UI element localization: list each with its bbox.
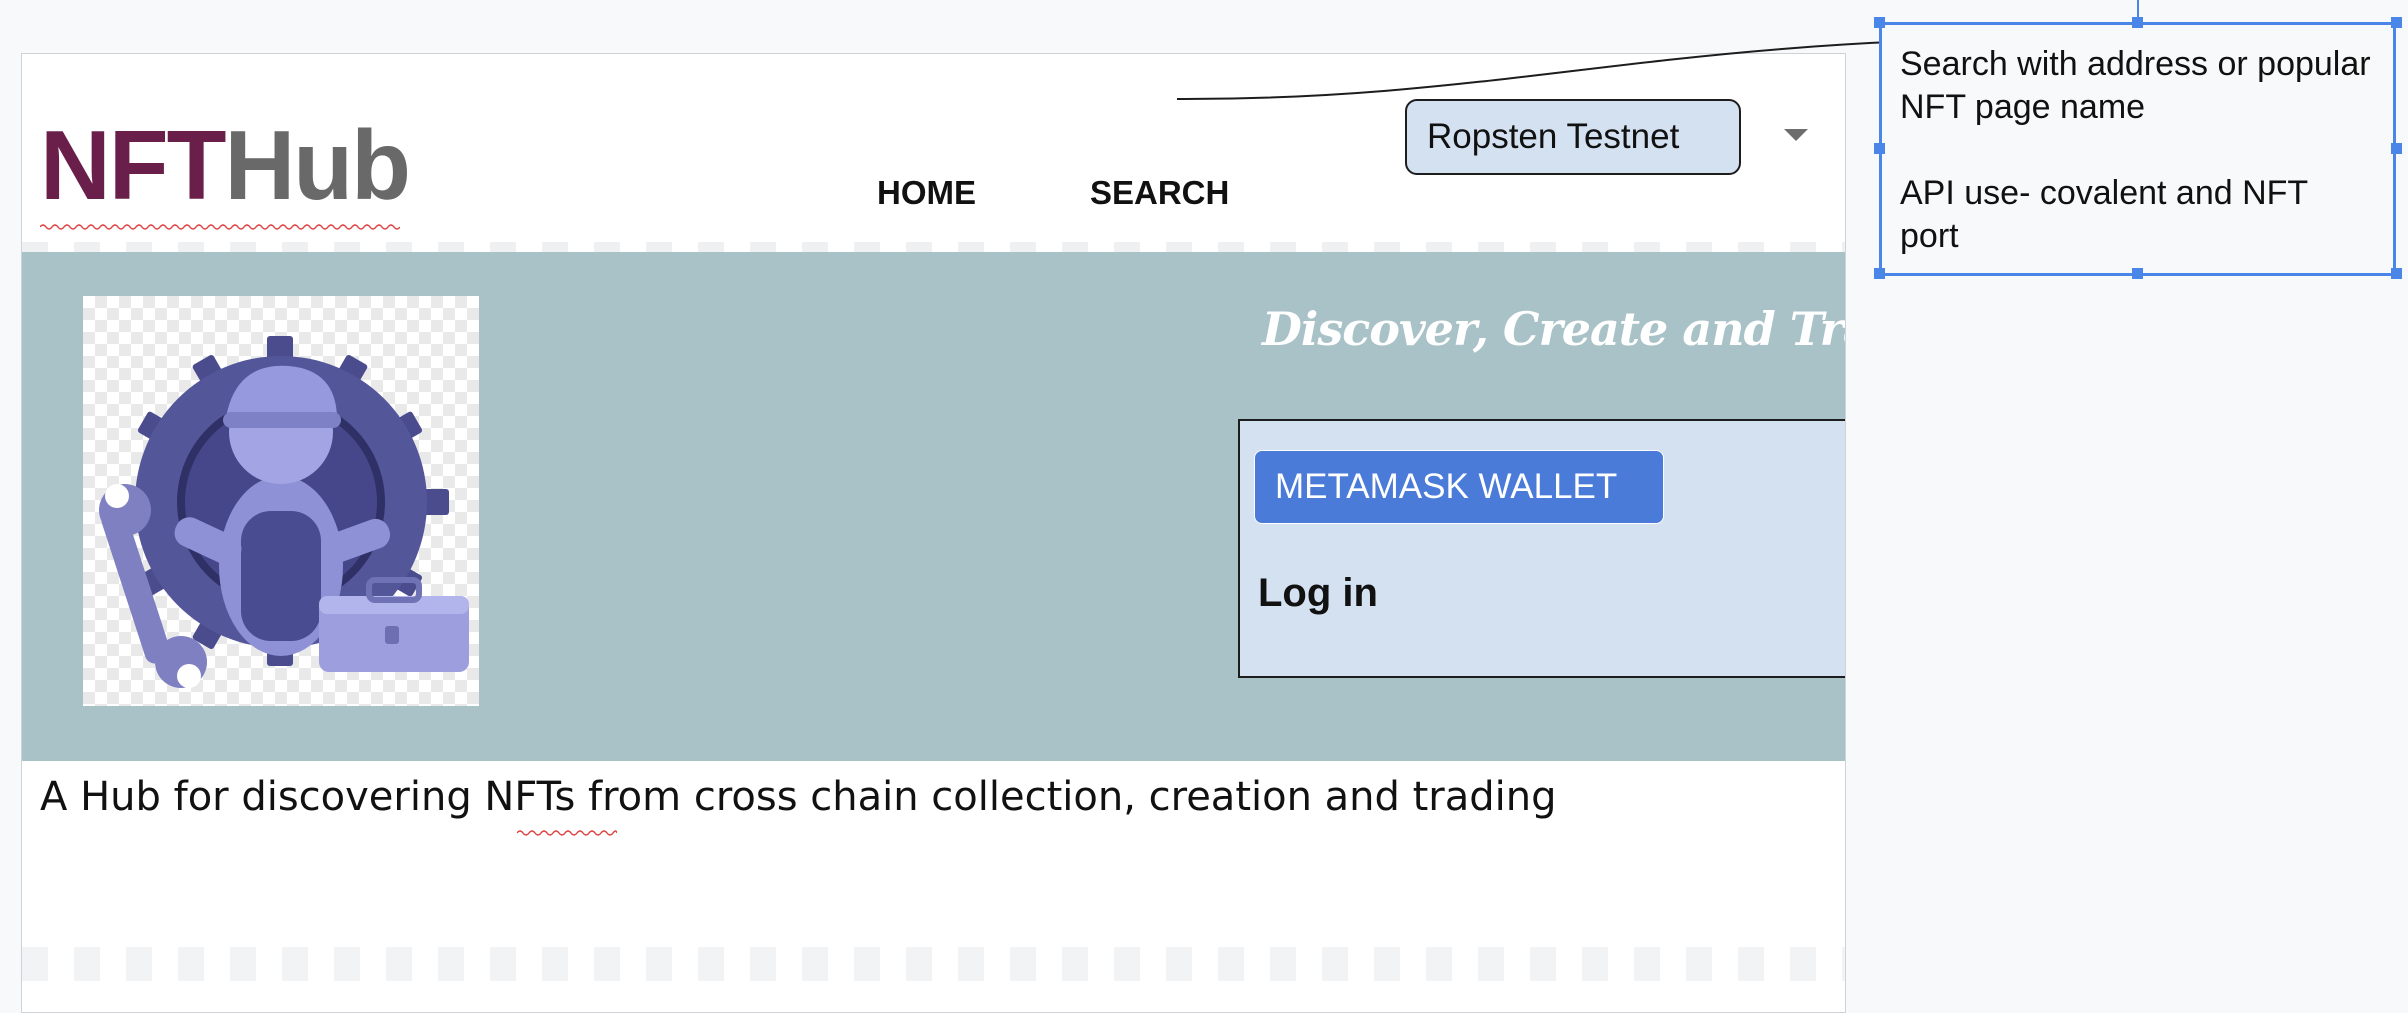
annotation-text-box[interactable]: Search with address or popular NFT page … <box>1879 22 2396 276</box>
nav-search-link[interactable]: SEARCH <box>1090 174 1229 212</box>
annotation-line-search: Search with address or popular NFT page … <box>1900 45 2371 126</box>
network-select[interactable]: Ropsten Testnet <box>1405 99 1741 175</box>
resize-handle-right[interactable] <box>2391 143 2402 154</box>
hero-banner: Discover, Create and Trade METAMASK WALL… <box>22 252 1845 761</box>
network-select-value: Ropsten Testnet <box>1427 117 1680 156</box>
resize-handle-top-right[interactable] <box>2391 17 2402 28</box>
annotation-line-api: API use- covalent and NFT port <box>1900 174 2308 255</box>
resize-handle-top[interactable] <box>2132 17 2143 28</box>
login-heading: Log in <box>1258 571 1378 615</box>
footer-placeholder <box>22 947 1845 981</box>
resize-handle-bottom[interactable] <box>2132 268 2143 279</box>
header-divider <box>22 242 1845 252</box>
resize-handle-bottom-right[interactable] <box>2391 268 2402 279</box>
logo-part-hub: Hub <box>224 110 411 220</box>
resize-handle-left[interactable] <box>1874 143 1885 154</box>
spellcheck-underline <box>40 224 400 230</box>
site-description: A Hub for discovering NFTs from cross ch… <box>40 774 1557 820</box>
hero-tagline: Discover, Create and Trade <box>1262 302 1845 356</box>
site-logo[interactable]: NFTHub <box>40 116 411 214</box>
resize-handle-top-left[interactable] <box>1874 17 1885 28</box>
metamask-wallet-button[interactable]: METAMASK WALLET <box>1254 450 1664 524</box>
logo-part-nft: NFT <box>40 110 226 220</box>
login-panel: METAMASK WALLET Log in <box>1238 419 1845 678</box>
mechanic-illustration-svg <box>99 336 469 688</box>
website-mockup: NFTHub HOME SEARCH Ropsten Testnet Disco… <box>21 53 1846 1013</box>
nav-home-link[interactable]: HOME <box>877 174 976 212</box>
spellcheck-underline-nfts <box>517 830 617 836</box>
caret-down-icon[interactable] <box>1784 129 1808 141</box>
mechanic-gear-illustration <box>83 296 479 706</box>
resize-handle-bottom-left[interactable] <box>1874 268 1885 279</box>
site-header: NFTHub HOME SEARCH Ropsten Testnet <box>22 54 1845 252</box>
